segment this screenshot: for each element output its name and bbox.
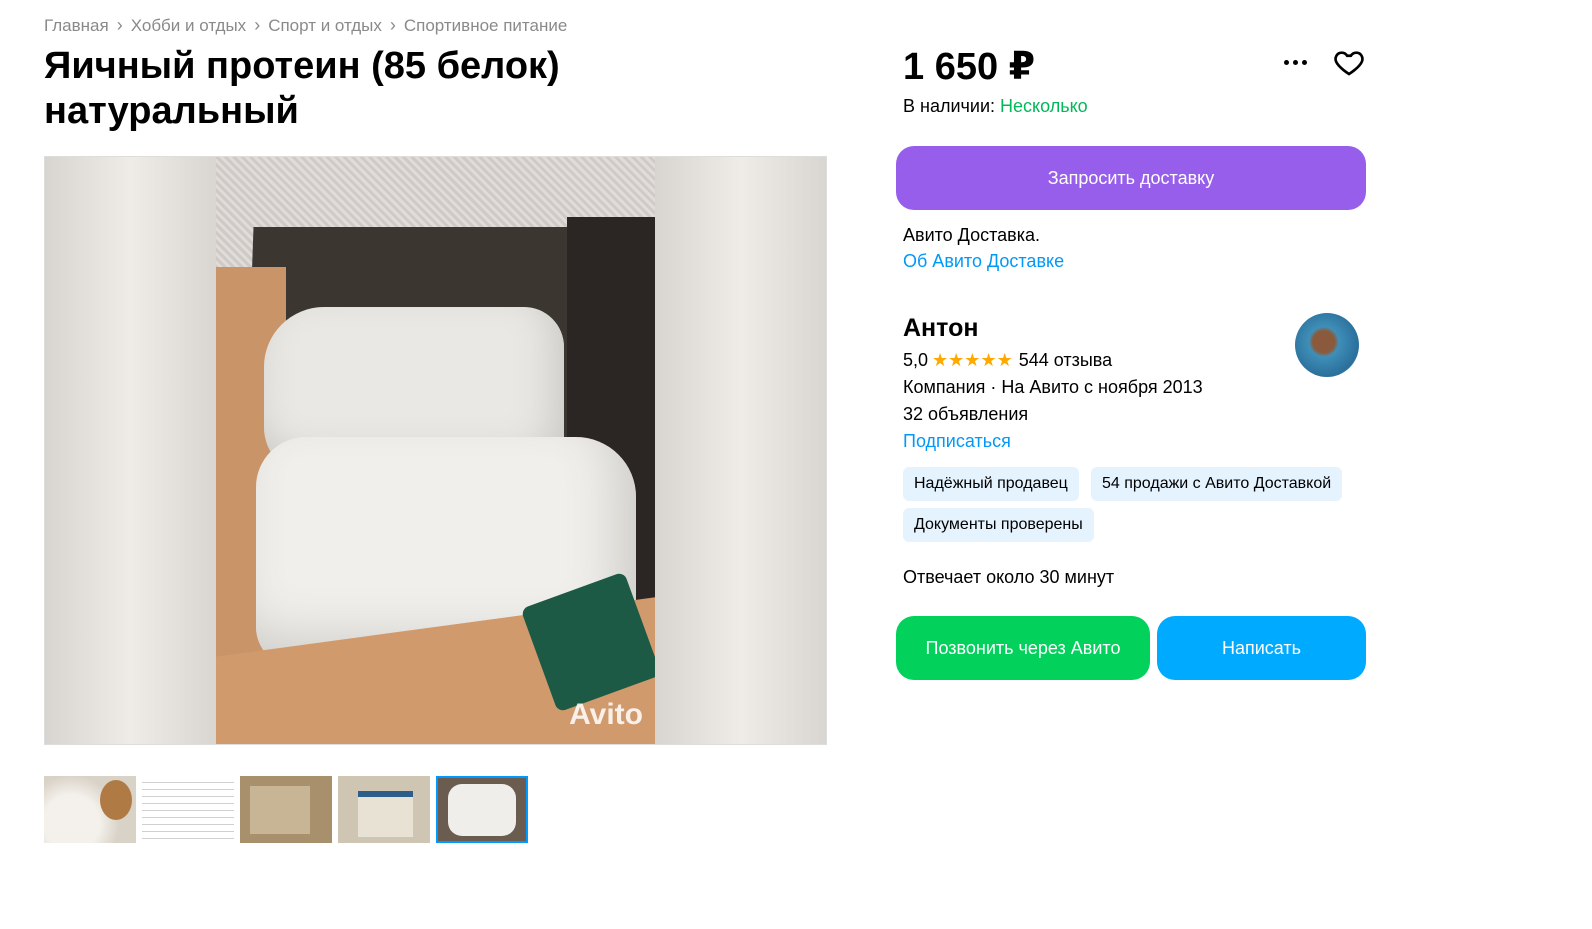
thumbnail-5-active[interactable]: [436, 776, 528, 843]
page-title: Яичный протеин (85 белок) натуральный: [44, 45, 560, 132]
availability-label: В наличии:: [903, 96, 1001, 116]
price: 1 650 ₽: [903, 46, 1036, 88]
seller-ads-count[interactable]: 32 объявления: [903, 404, 1028, 425]
availability: В наличии: Несколько: [903, 96, 1088, 117]
rating-value: 5,0: [903, 350, 929, 370]
subscribe-link[interactable]: Подписаться: [903, 431, 1011, 452]
breadcrumb-home[interactable]: Главная: [44, 16, 109, 36]
breadcrumb-hobby[interactable]: Хобби и отдых: [131, 16, 246, 36]
seller-rating: 5,0 ★★★★★ 544 отзыва: [903, 350, 1112, 371]
chevron-right-icon: ›: [116, 15, 123, 35]
seller-info: Компания · На Авито с ноября 2013: [903, 377, 1203, 397]
badge-reliable-seller: Надёжный продавец: [903, 467, 1079, 501]
seller-name[interactable]: Антон: [903, 314, 978, 343]
thumbnail-3[interactable]: [240, 776, 332, 843]
avito-watermark: Avito: [569, 698, 643, 731]
breadcrumb-sport[interactable]: Спорт и отдых: [268, 16, 382, 36]
heart-icon[interactable]: [1332, 46, 1366, 78]
thumbnail-4[interactable]: [338, 776, 430, 843]
delivery-text: Авито Доставка.: [903, 225, 1040, 245]
response-time: Отвечает около 30 минут: [903, 567, 1115, 587]
thumbnail-1[interactable]: [44, 776, 136, 843]
star-icons: ★★★★★: [932, 350, 1013, 370]
main-photo[interactable]: Avito: [44, 156, 827, 745]
badge-documents-verified: Документы проверены: [903, 508, 1094, 542]
write-button[interactable]: Написать: [1157, 616, 1366, 680]
breadcrumb: Главная › Хобби и отдых › Спорт и отдых …: [44, 15, 567, 36]
about-delivery-link[interactable]: Об Авито Доставке: [903, 251, 1064, 272]
breadcrumb-sport-nutrition[interactable]: Спортивное питание: [404, 16, 567, 36]
call-button[interactable]: Позвонить через Авито: [896, 616, 1150, 680]
avatar[interactable]: [1295, 313, 1359, 377]
availability-value: Несколько: [1000, 96, 1088, 116]
thumbnail-strip: [44, 776, 528, 843]
chevron-right-icon: ›: [389, 15, 396, 35]
photo-blur-left: [45, 157, 216, 744]
request-delivery-button[interactable]: Запросить доставку: [896, 146, 1366, 210]
reviews-link[interactable]: 544 отзыва: [1019, 350, 1112, 371]
badge-delivery-sales: 54 продажи с Авито Доставкой: [1091, 467, 1343, 501]
product-photo: Avito: [216, 157, 657, 744]
photo-blur-right: [655, 157, 826, 744]
thumbnail-2[interactable]: [142, 776, 234, 843]
more-dots-icon[interactable]: [1281, 52, 1309, 72]
chevron-right-icon: ›: [254, 15, 261, 35]
